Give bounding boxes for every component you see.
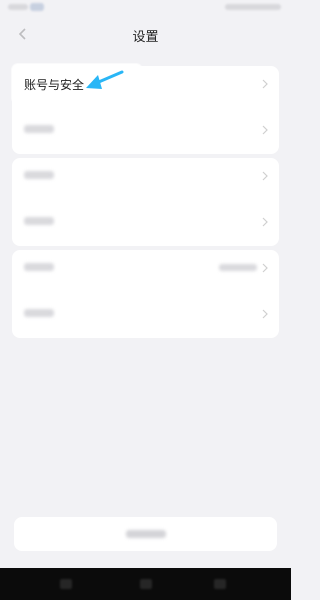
home-icon[interactable]: [140, 579, 152, 589]
page-title: 设置: [132, 30, 159, 45]
logout-button[interactable]: [14, 517, 277, 551]
chevron-right-icon: [262, 125, 268, 135]
blurred-label: [24, 125, 54, 133]
system-nav-bar: [0, 568, 291, 600]
status-bar: [0, 0, 291, 16]
blurred-label: [24, 171, 54, 179]
account-security-row[interactable]: 账号与安全: [12, 64, 279, 104]
status-icons: [225, 4, 281, 10]
chevron-right-icon: [262, 217, 268, 227]
blurred-value: [219, 264, 257, 271]
settings-row-6[interactable]: [12, 294, 279, 334]
settings-row-2[interactable]: [12, 110, 279, 150]
status-time: [8, 4, 28, 10]
chevron-right-icon: [262, 263, 268, 273]
settings-row-3[interactable]: [12, 156, 279, 196]
chevron-right-icon: [262, 79, 268, 89]
chevron-right-icon: [262, 171, 268, 181]
settings-row-4[interactable]: [12, 202, 279, 242]
blurred-button-label: [126, 530, 166, 538]
account-security-label: 账号与安全: [24, 78, 85, 92]
chevron-right-icon: [262, 309, 268, 319]
blurred-label: [24, 309, 54, 317]
nav-bar: 设置: [0, 18, 291, 50]
arrow-annotation-icon: [86, 70, 124, 89]
back-nav-icon[interactable]: [214, 579, 226, 589]
settings-row-5[interactable]: [12, 248, 279, 288]
menu-icon[interactable]: [60, 579, 72, 589]
blurred-label: [24, 263, 54, 271]
status-indicator: [30, 3, 44, 11]
blurred-label: [24, 217, 54, 225]
